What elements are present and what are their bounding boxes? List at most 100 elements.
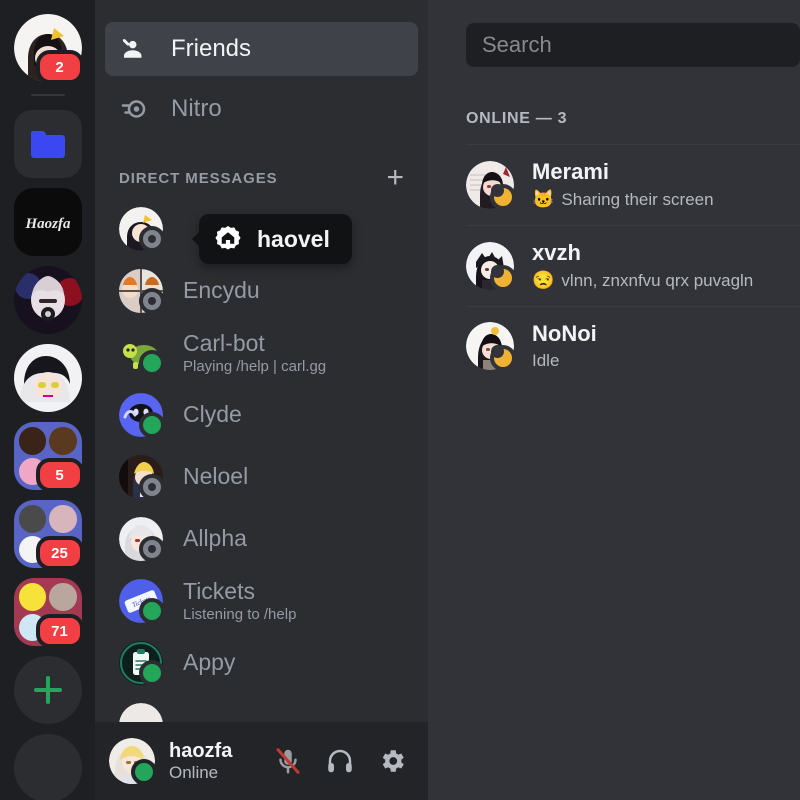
server-rail[interactable]: 2 Haozfa 5 25 71 <box>0 0 95 800</box>
list-item-text: Tickets Listening to /help <box>183 578 296 624</box>
status-text: Sharing their screen <box>561 190 714 210</box>
member-row[interactable]: NoNoi Idle <box>466 305 800 386</box>
user-panel-controls <box>270 743 414 779</box>
user-panel: haozfa Online <box>95 722 428 800</box>
list-item-text: Encydu <box>183 277 260 304</box>
list-item-text: Allpha <box>183 525 247 552</box>
rail-item-add-server[interactable] <box>13 656 82 724</box>
list-item[interactable]: Neloel <box>105 446 418 508</box>
sidebar-item-friends[interactable]: Friends <box>105 22 418 76</box>
rail-item-server-folder[interactable] <box>13 110 82 178</box>
member-status: Idle <box>532 350 597 371</box>
avatar <box>466 160 516 210</box>
member-row[interactable]: Merami 🐱 Sharing their screen <box>466 144 800 225</box>
current-username: haozfa <box>169 739 233 762</box>
status-badge <box>490 183 516 210</box>
dm-activity: Listening to /help <box>183 606 297 624</box>
friends-icon <box>119 34 149 64</box>
tooltip-label: haovel <box>257 225 330 252</box>
gear-icon[interactable] <box>374 743 410 779</box>
online-count-header: ONLINE — 3 <box>466 110 568 127</box>
status-badge <box>139 660 165 686</box>
search-placeholder: Search <box>482 32 552 57</box>
rail-badge: 2 <box>35 50 84 84</box>
status-badge <box>490 264 516 291</box>
dm-name: Clyde <box>183 401 242 428</box>
headphones-icon[interactable] <box>322 743 358 779</box>
rail-item-group-dm-3[interactable]: 71 <box>13 578 84 648</box>
list-item[interactable]: Clyde <box>105 384 418 446</box>
list-item[interactable] <box>105 694 418 722</box>
avatar <box>119 207 165 252</box>
dm-name: Appy <box>183 649 236 676</box>
avatar <box>119 455 165 500</box>
dm-name: Carl-bot <box>183 329 265 356</box>
sidebar-item-nitro[interactable]: Nitro <box>105 82 418 136</box>
dm-sidebar: Friends Nitro DIRECT MESSAGES + Encydu C… <box>95 0 428 800</box>
rail-item-server-haozfa[interactable]: Haozfa <box>13 188 82 256</box>
discord-window: 2 Haozfa 5 25 71 Friends Nitro DIRECT ME… <box>0 0 800 800</box>
svg-text:Haozfa: Haozfa <box>24 216 71 232</box>
list-item-text: Clyde <box>183 401 242 428</box>
status-badge <box>131 759 157 785</box>
microphone-muted-icon[interactable] <box>270 743 306 779</box>
server-anime-2[interactable] <box>13 344 82 412</box>
nitro-icon <box>119 94 149 124</box>
status-badge <box>139 412 165 438</box>
server-haozfa-icon: Haozfa <box>13 188 82 256</box>
status-badge <box>139 350 165 376</box>
list-item[interactable]: Allpha <box>105 508 418 570</box>
dm-activity: Playing /help | carl.gg <box>183 358 327 376</box>
rail-item-explore[interactable] <box>13 734 82 800</box>
status-badge <box>139 288 165 314</box>
list-item[interactable]: Encydu <box>105 260 418 322</box>
dm-name: Allpha <box>183 525 247 552</box>
dm-name: Encydu <box>183 277 260 304</box>
avatar <box>466 322 516 372</box>
avatar <box>466 241 516 291</box>
dm-name: Neloel <box>183 463 249 490</box>
member-name: xvzh <box>532 239 581 265</box>
search-input[interactable]: Search <box>466 23 800 67</box>
status-text: vlnn, znxnfvu qrx puvagln <box>561 270 754 290</box>
list-item-text: Appy <box>183 649 235 676</box>
server-haozfa[interactable]: Haozfa <box>13 188 82 256</box>
avatar <box>119 269 165 314</box>
rail-item-server-anime-1[interactable] <box>13 266 82 334</box>
member-name: NoNoi <box>532 320 597 346</box>
rail-item-server-anime-2[interactable] <box>13 344 82 412</box>
server-folder[interactable] <box>13 110 82 178</box>
member-text: NoNoi Idle <box>532 321 597 372</box>
avatar <box>119 641 165 686</box>
avatar[interactable] <box>109 738 157 785</box>
explore-servers-button[interactable] <box>13 734 82 800</box>
list-item[interactable]: Carl-bot Playing /help | carl.gg <box>105 322 418 384</box>
top-bar: Search <box>428 0 800 90</box>
sidebar-item-label: Friends <box>171 35 252 62</box>
list-item[interactable]: Appy <box>105 632 418 694</box>
member-row[interactable]: xvzh 😒 vlnn, znxnfvu qrx puvagln <box>466 224 800 306</box>
avatar <box>119 517 165 562</box>
rail-item-group-dm-1[interactable]: 5 <box>13 422 84 492</box>
direct-messages-label: DIRECT MESSAGES <box>119 169 278 187</box>
avatar <box>119 331 165 376</box>
list-item-text: Neloel <box>183 463 248 490</box>
server-anime-1[interactable] <box>13 266 82 334</box>
direct-messages-header: DIRECT MESSAGES + <box>105 142 418 198</box>
folder-icon <box>30 130 65 158</box>
status-badge <box>139 474 165 500</box>
create-dm-button[interactable]: + <box>386 163 404 193</box>
rail-item-group-dm-2[interactable]: 25 <box>13 500 84 570</box>
list-item-text: Carl-bot Playing /help | carl.gg <box>183 330 326 376</box>
list-item[interactable]: Tickets Tickets Listening to /help <box>105 570 418 632</box>
status-badge <box>139 226 165 252</box>
add-server-button[interactable] <box>13 656 82 724</box>
dm-name: Tickets <box>183 577 255 604</box>
status-emoji: 🐱 <box>532 189 555 210</box>
server-boost-badge-icon <box>213 224 243 254</box>
member-text: Merami 🐱 Sharing their screen <box>532 159 714 211</box>
server-avatar-icon <box>13 266 82 334</box>
server-avatar-icon <box>13 344 82 412</box>
rail-item-home-avatar[interactable]: 2 <box>13 14 84 84</box>
dm-scroll-container[interactable]: Friends Nitro DIRECT MESSAGES + Encydu C… <box>95 0 428 722</box>
